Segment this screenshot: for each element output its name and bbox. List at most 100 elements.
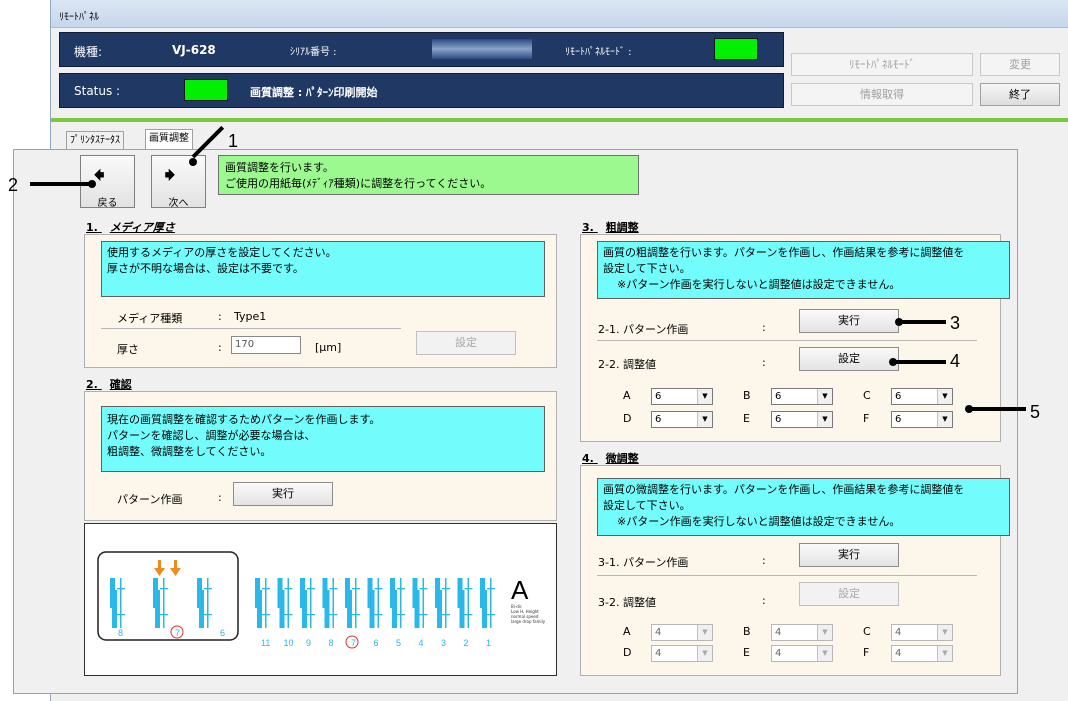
pattern-sample-image: 8 7 6 11 10 9 8 7 6 5 4 3 2 1 A Bi-dir. Low H. Heigh… <box>84 523 557 676</box>
section4-combo-c[interactable]: 4 ▼ <box>891 624 953 641</box>
section4-combo-c-label: C <box>863 625 871 638</box>
right-pattern-block-1-tick2 <box>262 614 270 616</box>
title-bar: ﾘﾓｰﾄﾊﾟﾈﾙ <box>51 0 1068 28</box>
right-pattern-block-8-lower <box>414 590 420 628</box>
section4-number: 4. <box>582 452 594 465</box>
section4-run-button[interactable]: 実行 <box>799 543 899 567</box>
section3-combo-c[interactable]: 6 ▼ <box>891 388 953 405</box>
right-pattern-block-8-tick1 <box>419 588 428 590</box>
media-type-label: メディア種類 <box>117 312 183 325</box>
section3-combo-c-label: C <box>863 389 871 402</box>
chevron-down-icon: ▼ <box>697 646 712 661</box>
thickness-input[interactable]: 170 <box>231 336 301 354</box>
section4-set-button[interactable]: 設定 <box>799 582 899 606</box>
change-button[interactable]: 変更 <box>980 53 1060 76</box>
chevron-down-icon: ▼ <box>817 389 832 404</box>
right-pattern-block-10-line <box>467 578 469 628</box>
section2-pattern-label: パターン作画 <box>117 493 183 506</box>
section4-combo-e[interactable]: 4 ▼ <box>771 645 833 662</box>
thickness-set-button[interactable]: 設定 <box>416 331 516 355</box>
section2-title: 確認 <box>109 378 132 391</box>
pattern-left-numbers: 8 7 6 <box>118 625 225 639</box>
callout-2-dot <box>88 180 96 188</box>
section3-separator <box>597 340 977 341</box>
callout-4-line <box>892 360 946 364</box>
section4-combo-a-label: A <box>623 625 631 638</box>
orange-arrow-shaft-1 <box>158 560 161 569</box>
pattern-left-bars <box>110 578 212 628</box>
section3-combo-a-label: A <box>623 389 631 402</box>
right-pattern-block-5-line <box>355 578 357 628</box>
orange-arrow-head-1 <box>154 568 165 576</box>
arrow-right-icon: 🠺 <box>164 161 177 189</box>
exit-button[interactable]: 終了 <box>980 83 1060 106</box>
callout-4: 4 <box>950 351 961 371</box>
tab-printer-status[interactable]: ﾌﾟﾘﾝﾀｽﾃｰﾀｽ <box>66 131 124 149</box>
section2-heading: 2. 確認 <box>86 376 132 392</box>
right-pattern-block-6-tick1 <box>374 588 383 590</box>
section3-row2-label: 2-2. 調整値 <box>598 358 656 371</box>
right-pattern-number-7: 5 <box>396 638 401 648</box>
section1-heading: 1. メディア厚さ <box>86 219 175 235</box>
section3-combo-b[interactable]: 6 ▼ <box>771 388 833 405</box>
right-pattern-block-3-line <box>310 578 312 628</box>
section3-info: 画質の粗調整を行います。パターンを作画し、作画結果を参考に調整値を 設定して下さ… <box>597 241 1010 299</box>
header-divider <box>51 118 1068 122</box>
right-pattern-block-9-line <box>445 578 447 628</box>
tab-image-adjust[interactable]: 画質調整 <box>145 129 193 150</box>
section4-combo-d[interactable]: 4 ▼ <box>651 645 713 662</box>
right-pattern-block-3-tick2 <box>307 614 315 616</box>
section3-set-button[interactable]: 設定 <box>799 347 899 371</box>
right-pattern-block-6-lower <box>369 590 375 628</box>
right-pattern-number-4: 8 <box>329 638 334 648</box>
section4-combo-f[interactable]: 4 ▼ <box>891 645 953 662</box>
section4-combo-a[interactable]: 4 ▼ <box>651 624 713 641</box>
section3-combo-a-value: 6 <box>655 391 662 402</box>
section3-combo-a[interactable]: 6 ▼ <box>651 388 713 405</box>
section3-row1-colon: : <box>762 321 766 334</box>
remote-mode-label: ﾘﾓｰﾄﾊﾟﾈﾙﾓｰﾄﾞ : <box>565 47 632 58</box>
right-pattern-block-11-line <box>490 578 492 628</box>
right-pattern-block-3-lower <box>302 590 307 628</box>
right-pattern-number-10: 2 <box>464 638 469 648</box>
left-pattern-block-2-tick1 <box>160 588 168 590</box>
section3-combo-e[interactable]: 6 ▼ <box>771 411 833 428</box>
right-pattern-block-7-tick2 <box>397 614 405 616</box>
section3-row2-colon: : <box>762 356 766 369</box>
section4-combo-e-value: 4 <box>775 648 782 659</box>
media-type-value: Type1 <box>234 310 267 323</box>
section3-run-button[interactable]: 実行 <box>799 309 899 333</box>
section1-number: 1. <box>86 221 98 234</box>
chevron-down-icon: ▼ <box>697 412 712 427</box>
status-label: Status : <box>74 84 121 98</box>
header-panel: 機種: VJ-628 ｼﾘｱﾙ番号 : ﾘﾓｰﾄﾊﾟﾈﾙﾓｰﾄﾞ : Statu… <box>51 28 1068 120</box>
right-pattern-number-6: 6 <box>374 638 379 648</box>
right-pattern-block-1-tick1 <box>262 588 270 590</box>
section4-combo-f-value: 4 <box>895 648 902 659</box>
callout-2-line <box>30 182 92 186</box>
remote-mode-button[interactable]: ﾘﾓｰﾄﾊﾟﾈﾙﾓｰﾄﾞ <box>791 53 973 76</box>
section1-info-line1: 使用するメディアの厚さを設定してください。 <box>107 246 337 259</box>
remote-mode-lamp <box>714 38 758 60</box>
section2-run-button[interactable]: 実行 <box>233 482 333 506</box>
section1-info-line2: 厚さが不明な場合は、設定は不要です。 <box>107 262 304 275</box>
chevron-down-icon: ▼ <box>937 625 952 640</box>
section2-info-line2: パターンを確認し、調整が必要な場合は、 <box>107 429 316 442</box>
status-text: 画質調整 : ﾊﾟﾀｰﾝ印刷開始 <box>250 86 378 99</box>
get-info-button[interactable]: 情報取得 <box>791 83 973 106</box>
machine-info-bar: 機種: VJ-628 ｼﾘｱﾙ番号 : ﾘﾓｰﾄﾊﾟﾈﾙﾓｰﾄﾞ : <box>59 32 784 67</box>
right-pattern-block-7-line <box>400 578 402 628</box>
guide-message-line2: ご使用の用紙毎(ﾒﾃﾞｨｱ種類)に調整を行ってください。 <box>225 177 492 190</box>
pattern-arrows <box>154 560 181 576</box>
right-pattern-number-2: 10 <box>284 638 294 648</box>
left-pattern-block-1-lower <box>112 590 117 628</box>
orange-arrow-shaft-2 <box>174 560 177 569</box>
section3-combo-f[interactable]: 6 ▼ <box>891 411 953 428</box>
section4-combo-b[interactable]: 4 ▼ <box>771 624 833 641</box>
thickness-label: 厚さ <box>117 343 139 356</box>
thickness-colon: : <box>218 341 222 354</box>
section3-combo-d[interactable]: 6 ▼ <box>651 411 713 428</box>
right-pattern-block-10-tick2 <box>464 614 473 616</box>
next-button[interactable]: 🠺 次へ <box>151 155 206 209</box>
left-pattern-number-3: 6 <box>220 628 225 638</box>
